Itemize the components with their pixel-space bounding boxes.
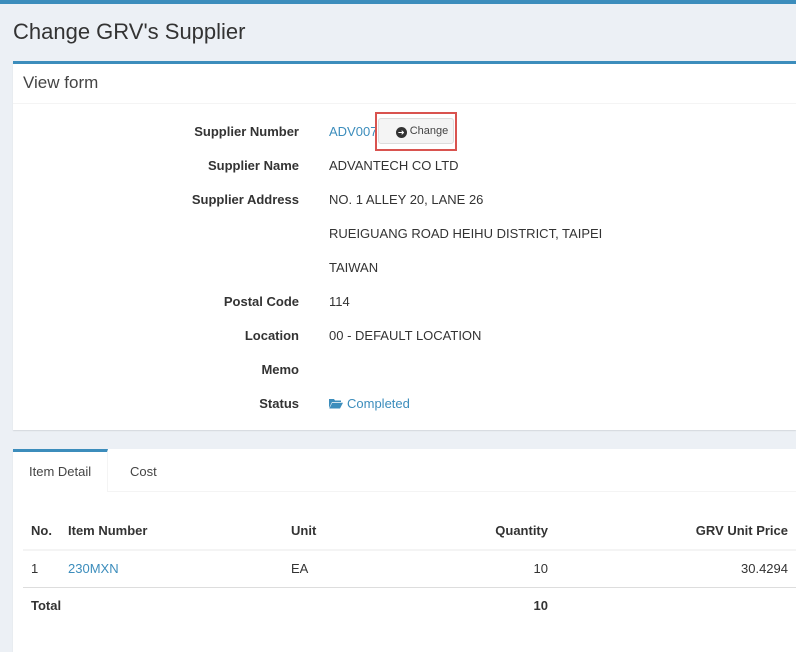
postal-code-value: 114 <box>329 294 350 309</box>
row-quantity: 10 <box>435 549 556 587</box>
item-table: No. Item Number Unit Quantity GRV Unit P… <box>23 512 796 624</box>
page-title: Change GRV's Supplier <box>13 19 246 44</box>
address-line-2-row: RUEIGUANG ROAD HEIHU DISTRICT, TAIPEI <box>13 224 796 244</box>
supplier-address-row: Supplier Address NO. 1 ALLEY 20, LANE 26 <box>13 190 796 210</box>
change-button-highlight: ➜ Change <box>375 112 457 151</box>
total-label: Total <box>23 586 435 624</box>
postal-code-row: Postal Code 114 <box>13 292 796 312</box>
panel-title: View form <box>13 64 796 104</box>
col-quantity-header: Quantity <box>435 512 556 551</box>
status-label: Status <box>259 396 299 411</box>
supplier-number-row: Supplier Number ADV007 ➜ Change <box>13 112 796 151</box>
col-price-header: GRV Unit Price <box>556 512 796 551</box>
row-unit: EA <box>283 549 435 587</box>
postal-code-label: Postal Code <box>223 294 299 309</box>
location-label: Location <box>244 328 299 343</box>
arrow-right-circle-icon: ➜ <box>395 127 407 138</box>
col-unit-header: Unit <box>283 512 435 551</box>
supplier-name-row: Supplier Name ADVANTECH CO LTD <box>13 156 796 176</box>
folder-open-icon <box>329 399 343 409</box>
table-total-row: Total 10 <box>23 586 796 624</box>
location-value: 00 - DEFAULT LOCATION <box>329 328 482 343</box>
total-quantity: 10 <box>435 586 556 624</box>
tab-item-detail[interactable]: Item Detail <box>13 449 109 492</box>
address-line-3-row: TAIWAN <box>13 258 796 278</box>
row-price: 30.4294 <box>556 549 796 587</box>
memo-row: Memo <box>13 360 796 380</box>
tab-bar: Item Detail Cost <box>13 449 796 492</box>
total-price-empty <box>556 586 796 624</box>
address-line-2: RUEIGUANG ROAD HEIHU DISTRICT, TAIPEI <box>329 226 603 241</box>
location-row: Location 00 - DEFAULT LOCATION <box>13 326 796 346</box>
change-button-label: Change <box>409 125 449 137</box>
table-row: 1 230MXN EA 10 30.4294 <box>23 549 796 587</box>
address-line-1: NO. 1 ALLEY 20, LANE 26 <box>329 192 484 207</box>
supplier-name-label: Supplier Name <box>207 158 299 173</box>
memo-label: Memo <box>261 362 299 377</box>
col-no-header: No. <box>23 512 60 551</box>
supplier-number-label: Supplier Number <box>194 124 299 139</box>
tab-cost[interactable]: Cost <box>114 449 173 492</box>
col-item-number-header: Item Number <box>60 512 283 551</box>
address-line-3: TAIWAN <box>329 260 379 275</box>
supplier-number-link[interactable]: ADV007 <box>329 122 377 142</box>
supplier-address-label: Supplier Address <box>191 192 299 207</box>
status-row: Status Completed <box>13 394 796 414</box>
change-supplier-button[interactable]: ➜ Change <box>378 118 454 144</box>
row-item-number-link[interactable]: 230MXN <box>60 549 283 587</box>
top-accent-bar <box>0 0 796 4</box>
status-text: Completed <box>347 396 410 411</box>
table-header-row: No. Item Number Unit Quantity GRV Unit P… <box>23 512 796 551</box>
detail-tabs-panel: Item Detail Cost No. Item Number Unit Qu… <box>13 449 796 652</box>
supplier-name-value: ADVANTECH CO LTD <box>329 158 459 173</box>
row-no: 1 <box>23 549 60 587</box>
status-value[interactable]: Completed <box>329 394 410 414</box>
view-form-panel: View form Supplier Number ADV007 ➜ Change… <box>13 61 796 430</box>
